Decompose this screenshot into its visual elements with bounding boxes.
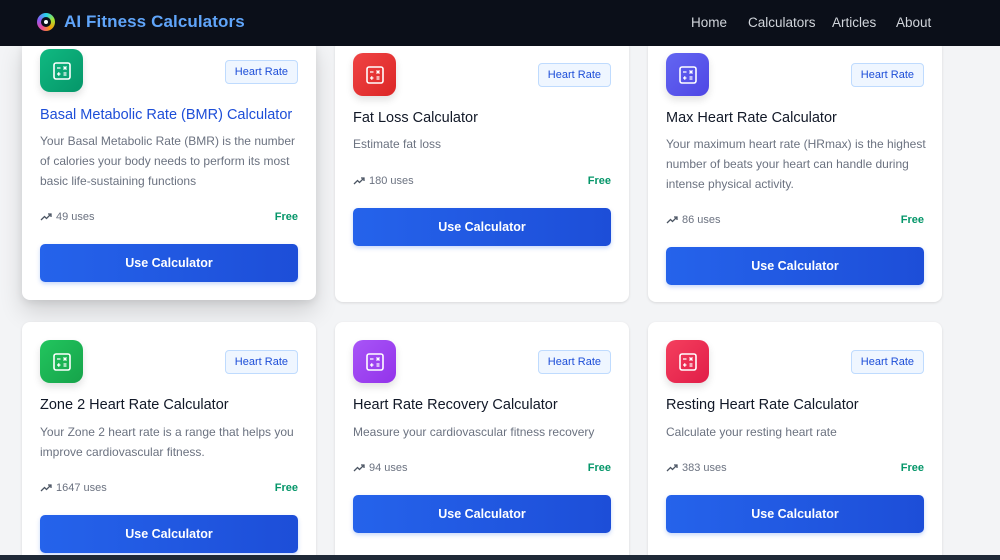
category-badge: Heart Rate <box>224 350 298 374</box>
usage-count-label: 49 uses <box>56 211 95 223</box>
price-label: Free <box>900 462 924 474</box>
price-label: Free <box>900 214 924 226</box>
usage-count: 94 uses <box>353 462 408 474</box>
use-calculator-button[interactable]: Use Calculator <box>353 495 611 533</box>
usage-count-label: 383 uses <box>682 462 727 474</box>
price-label: Free <box>274 482 298 494</box>
category-badge: Heart Rate <box>224 60 298 84</box>
usage-count: 383 uses <box>666 462 727 474</box>
card-title[interactable]: Resting Heart Rate Calculator <box>666 397 924 413</box>
usage-count: 49 uses <box>40 211 95 223</box>
card-title[interactable]: Zone 2 Heart Rate Calculator <box>40 397 298 413</box>
card-description: Your maximum heart rate (HRmax) is the h… <box>666 137 926 191</box>
price-label: Free <box>274 211 298 223</box>
taskbar-edge <box>0 555 1000 560</box>
usage-count-label: 1647 uses <box>56 482 107 494</box>
usage-count-label: 86 uses <box>682 214 721 226</box>
calculator-card-bmr[interactable]: Heart Rate Basal Metabolic Rate (BMR) Ca… <box>22 40 316 300</box>
brand-title[interactable]: AI Fitness Calculators <box>64 12 245 32</box>
calculator-icon <box>40 49 83 92</box>
nav-home[interactable]: Home <box>691 15 727 30</box>
trending-up-icon <box>353 177 365 185</box>
card-description: Calculate your resting heart rate <box>666 425 837 439</box>
calculator-card-zone2[interactable]: Heart Rate Zone 2 Heart Rate Calculator … <box>22 322 316 560</box>
nav-calculators[interactable]: Calculators <box>748 15 816 30</box>
logo-icon[interactable] <box>37 13 55 31</box>
usage-count: 86 uses <box>666 214 721 226</box>
usage-count: 180 uses <box>353 175 414 187</box>
calculator-icon <box>666 340 709 383</box>
calculator-icon <box>40 340 83 383</box>
use-calculator-button[interactable]: Use Calculator <box>666 495 924 533</box>
usage-count: 1647 uses <box>40 482 107 494</box>
card-description: Your Basal Metabolic Rate (BMR) is the n… <box>40 134 295 188</box>
card-description: Estimate fat loss <box>353 137 442 151</box>
category-badge: Heart Rate <box>850 350 924 374</box>
use-calculator-button[interactable]: Use Calculator <box>353 208 611 246</box>
usage-count-label: 180 uses <box>369 175 414 187</box>
card-description: Your Zone 2 heart rate is a range that h… <box>40 425 294 459</box>
trending-up-icon <box>40 484 52 492</box>
top-navbar: AI Fitness Calculators Home Calculators … <box>0 0 1000 46</box>
calculator-card-fat-loss[interactable]: Heart Rate Fat Loss Calculator Estimate … <box>335 40 629 302</box>
calculator-card-max-heart-rate[interactable]: Heart Rate Max Heart Rate Calculator You… <box>648 40 942 302</box>
use-calculator-button[interactable]: Use Calculator <box>666 247 924 285</box>
trending-up-icon <box>40 213 52 221</box>
use-calculator-button[interactable]: Use Calculator <box>40 244 298 282</box>
calculator-card-hr-recovery[interactable]: Heart Rate Heart Rate Recovery Calculato… <box>335 322 629 560</box>
nav-articles[interactable]: Articles <box>832 15 876 30</box>
card-title[interactable]: Heart Rate Recovery Calculator <box>353 397 611 413</box>
calculator-icon <box>353 53 396 96</box>
calculator-icon <box>666 53 709 96</box>
nav-about[interactable]: About <box>896 15 931 30</box>
calculator-card-resting-hr[interactable]: Heart Rate Resting Heart Rate Calculator… <box>648 322 942 560</box>
trending-up-icon <box>353 464 365 472</box>
category-badge: Heart Rate <box>850 63 924 87</box>
use-calculator-button[interactable]: Use Calculator <box>40 515 298 553</box>
card-title[interactable]: Basal Metabolic Rate (BMR) Calculator <box>40 107 298 123</box>
card-description: Measure your cardiovascular fitness reco… <box>353 425 595 439</box>
trending-up-icon <box>666 464 678 472</box>
trending-up-icon <box>666 216 678 224</box>
card-title[interactable]: Max Heart Rate Calculator <box>666 110 924 126</box>
price-label: Free <box>587 462 611 474</box>
calculator-icon <box>353 340 396 383</box>
category-badge: Heart Rate <box>537 350 611 374</box>
category-badge: Heart Rate <box>537 63 611 87</box>
card-title[interactable]: Fat Loss Calculator <box>353 110 611 126</box>
price-label: Free <box>587 175 611 187</box>
usage-count-label: 94 uses <box>369 462 408 474</box>
